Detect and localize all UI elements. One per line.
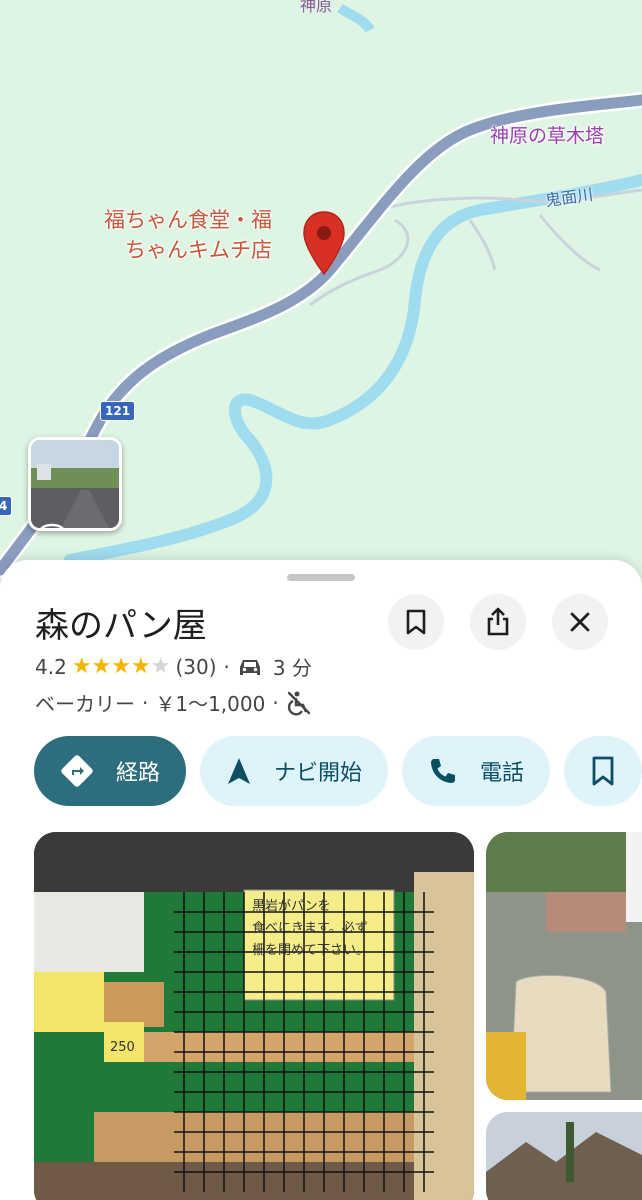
map-label-top: 神原 <box>300 0 333 15</box>
star-icon: ★ <box>111 654 132 679</box>
review-count[interactable]: (30) <box>175 655 216 679</box>
drive-time: 3 分 <box>272 656 312 680</box>
place-title: 森のパン屋 <box>35 606 207 646</box>
side-photo-bread-bag <box>486 832 642 1100</box>
river-segment-top <box>337 3 375 33</box>
sign-line1: 黒岩がパンを <box>252 899 331 914</box>
close-button[interactable] <box>552 594 608 650</box>
category: ベーカリー <box>35 692 135 716</box>
action-buttons-row: 経路 ナビ開始 電話 <box>34 736 642 806</box>
separator: · <box>223 654 230 679</box>
close-icon <box>570 612 590 632</box>
car-icon <box>239 659 260 675</box>
bookmark-icon <box>590 755 616 787</box>
directions-label: 経路 <box>116 761 161 786</box>
map-label-sokutou[interactable]: 神原の草木塔 <box>490 121 604 148</box>
wheelchair-not-accessible-icon <box>287 691 310 715</box>
separator: · <box>272 690 279 715</box>
bookmark-icon <box>406 609 426 635</box>
minor-road <box>468 219 497 271</box>
save-action-button[interactable] <box>564 736 642 806</box>
star-icon: ★ <box>91 654 112 679</box>
sign-line2: 食べにきます。必ず <box>252 921 368 936</box>
map-view[interactable]: 神原 神原の草木塔 鬼面川 福ちゃん食堂・福 ちゃんキムチ店 121 4 <box>0 0 642 600</box>
directions-icon <box>60 754 94 788</box>
photo-side-top[interactable] <box>486 832 642 1100</box>
place-bottom-sheet[interactable]: 森のパン屋 4.2 ★★★★★ (30) · 3 分 ベーカリー · ￥1〜1,… <box>0 560 642 1200</box>
poi-label-line1: 福ちゃん食堂・福 <box>104 208 272 232</box>
street-view-thumbnail[interactable] <box>28 437 122 531</box>
sign-line3: 柵を閉めて下さい。 <box>252 943 370 958</box>
save-button[interactable] <box>388 594 444 650</box>
photo-price-tag: 250 <box>110 1040 135 1055</box>
map-label-poi[interactable]: 福ちゃん食堂・福 ちゃんキムチ店 <box>104 205 272 265</box>
bakery-stand-photo <box>34 832 474 1200</box>
star-empty-icon: ★ <box>150 654 171 679</box>
start-navigation-label: ナビ開始 <box>274 761 363 786</box>
sheet-drag-handle[interactable] <box>287 574 355 581</box>
separator: · <box>142 690 149 715</box>
call-label: 電話 <box>480 761 525 786</box>
photo-sign-text: 黒岩がパンを 食べにきます。必ず 柵を閉めて下さい。 <box>252 896 392 962</box>
street-view-image <box>31 440 119 528</box>
star-icon: ★ <box>131 654 151 679</box>
category-row: ベーカリー · ￥1〜1,000 · <box>35 688 312 717</box>
photo-main[interactable]: 黒岩がパンを 食べにきます。必ず 柵を閉めて下さい。 250 <box>34 832 474 1200</box>
photo-gallery[interactable]: 黒岩がパンを 食べにきます。必ず 柵を閉めて下さい。 250 <box>34 832 642 1200</box>
share-button[interactable] <box>470 594 526 650</box>
side-photo-landscape <box>486 1112 642 1200</box>
route-shield: 121 <box>100 401 136 421</box>
minor-road <box>538 214 601 272</box>
star-icon: ★ <box>71 654 92 679</box>
phone-icon <box>428 756 458 786</box>
price-range: ￥1〜1,000 <box>155 692 266 716</box>
rating-value: 4.2 <box>35 654 67 679</box>
poi-label-line2: ちゃんキムチ店 <box>125 238 272 262</box>
call-button[interactable]: 電話 <box>402 736 551 806</box>
rating-stars: ★★★★★ <box>72 654 171 679</box>
start-navigation-button[interactable]: ナビ開始 <box>200 736 389 806</box>
rating-row[interactable]: 4.2 ★★★★★ (30) · 3 分 <box>35 652 312 681</box>
photo-side-bottom[interactable] <box>486 1112 642 1200</box>
route-shield-left: 4 <box>0 496 13 516</box>
directions-button[interactable]: 経路 <box>34 736 187 806</box>
navigation-arrow-icon <box>226 756 252 786</box>
share-icon <box>487 607 509 636</box>
